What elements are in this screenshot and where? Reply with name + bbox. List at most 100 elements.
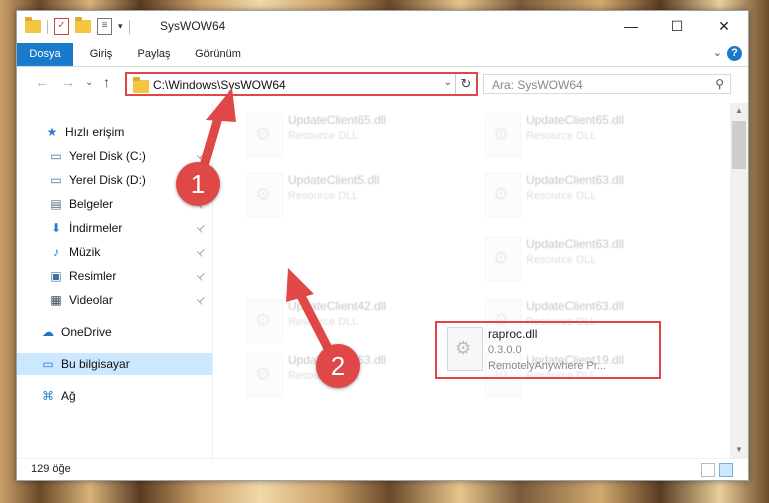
cloud-icon: ☁	[42, 325, 54, 339]
pin-icon[interactable]: ⊥	[194, 221, 208, 235]
sidebar-item-label: Bu bilgisayar	[61, 357, 130, 371]
file-tile-raproc[interactable]: raproc.dll 0.3.0.0 RemotelyAnywhere Pr..…	[435, 321, 655, 379]
help-icon[interactable]: ?	[727, 46, 742, 61]
sidebar-item[interactable]: ▦ Videolar ⊥	[17, 289, 212, 311]
sidebar-item-label: Videolar	[69, 293, 113, 307]
sidebar-item[interactable]: ★ Hızlı erişim	[17, 121, 212, 143]
sidebar-item[interactable]: ▣ Resimler ⊥	[17, 265, 212, 287]
file-name: UpdateClient65.dll	[288, 113, 387, 127]
up-button[interactable]: ↑	[103, 74, 110, 90]
sidebar-item[interactable]: ▭ Bu bilgisayar	[17, 353, 212, 375]
properties-icon[interactable]: ✓	[54, 18, 69, 35]
file-type: Resource DLL	[288, 316, 359, 328]
file-type: Resource DLL	[526, 190, 597, 202]
file-tile[interactable]: UpdateClient5.dll Resource DLL	[235, 167, 455, 225]
pin-icon[interactable]: ⊥	[194, 149, 208, 163]
pin-icon[interactable]: ⊥	[194, 245, 208, 259]
quick-access-toolbar: ✓ ≡ ▾	[25, 17, 130, 35]
dll-file-icon	[485, 237, 521, 281]
close-button[interactable]: ✕	[701, 11, 747, 41]
file-name: UpdateClient42.dll	[288, 299, 387, 313]
scroll-down-arrow[interactable]: ▼	[730, 442, 748, 458]
recent-locations-button[interactable]: ⌄	[85, 77, 93, 88]
file-tile[interactable]: UpdateClient42.dll Resource DLL	[235, 293, 455, 351]
address-path[interactable]: C:\Windows\SysWOW64	[153, 78, 286, 92]
file-version: 0.3.0.0	[488, 344, 522, 356]
file-name: UpdateClient63.dll	[526, 237, 625, 251]
title-bar: ✓ ≡ ▾ SysWOW64 — ☐ ✕	[17, 11, 748, 43]
sidebar-item-label: Resimler	[69, 269, 117, 283]
new-folder-icon[interactable]	[75, 17, 91, 33]
music-icon: ♪	[53, 245, 59, 259]
ribbon-tabs: Dosya Giriş Paylaş Görünüm ⌄ ?	[17, 43, 748, 67]
pin-icon[interactable]: ⊥	[194, 269, 208, 283]
tab-view[interactable]: Görünüm	[189, 43, 247, 66]
file-name: UpdateClient65.dll	[526, 113, 625, 127]
file-tile[interactable]: UpdateClient63.dll Resource DLL	[473, 167, 693, 225]
forward-button[interactable]: →	[61, 74, 75, 90]
drive-icon: ▭	[50, 173, 62, 187]
address-bar[interactable]: C:\Windows\SysWOW64 ⌄ ↻	[125, 72, 478, 96]
window-title: SysWOW64	[160, 19, 226, 33]
scrollbar-thumb[interactable]	[732, 121, 746, 169]
details-view-button[interactable]	[701, 463, 715, 477]
pin-icon[interactable]: ⊥	[194, 293, 208, 307]
toolbar-separator	[128, 19, 130, 34]
dll-file-icon	[247, 299, 283, 343]
file-tile[interactable]: UpdateClient65.dll Resource DLL	[235, 107, 455, 165]
sidebar-item-label: Müzik	[69, 245, 101, 259]
video-icon: ▦	[50, 293, 62, 307]
file-type: Resource DLL	[288, 190, 359, 202]
file-name: UpdateClient63.dll	[526, 299, 625, 313]
star-icon: ★	[46, 125, 58, 139]
file-tile[interactable]: UpdateClient63.dll Resource DLL	[473, 231, 693, 289]
step-badge-1: 1	[176, 162, 220, 206]
navigation-pane: ★ Hızlı erişim ▭ Yerel Disk (C:) ⊥ ▭ Yerel Dis…	[17, 103, 213, 458]
sidebar-item[interactable]: ♪ Müzik ⊥	[17, 241, 212, 263]
rename-icon[interactable]: ≡	[97, 18, 112, 35]
dll-file-icon	[247, 173, 283, 217]
tab-share[interactable]: Paylaş	[129, 43, 179, 66]
file-name: UpdateClient63.dll	[526, 173, 625, 187]
file-type: Resource DLL	[526, 130, 597, 142]
highlighted-file-tile[interactable]: raproc.dll 0.3.0.0 RemotelyAnywhere Pr..…	[435, 321, 661, 379]
dll-file-icon	[447, 327, 483, 371]
folder-icon	[133, 77, 149, 93]
status-bar: 129 öğe	[17, 458, 748, 480]
navigation-bar: ← → ⌄ ↑ C:\Windows\SysWOW64 ⌄ ↻ Ara: Sys…	[17, 68, 748, 100]
back-button[interactable]: ←	[35, 74, 49, 90]
sidebar-item-label: OneDrive	[61, 325, 112, 339]
sidebar-item-label: Belgeler	[69, 197, 114, 211]
document-icon: ▤	[50, 197, 62, 211]
file-list: UpdateClient19.dllResource DLLUpdateClie…	[213, 103, 730, 458]
dll-file-icon	[485, 113, 521, 157]
sidebar-item[interactable]: ⬇ İndirmeler ⊥	[17, 217, 212, 239]
refresh-button[interactable]: ↻	[455, 74, 476, 94]
sidebar-item-label: Ağ	[61, 389, 76, 403]
address-dropdown-icon[interactable]: ⌄	[444, 77, 452, 88]
ribbon-expand-icon[interactable]: ⌄	[713, 46, 722, 59]
scroll-up-arrow[interactable]: ▲	[730, 103, 748, 119]
file-tile[interactable]: UpdateClient65.dll Resource DLL	[473, 107, 693, 165]
file-company: RemotelyAnywhere Pr...	[488, 360, 606, 372]
search-input[interactable]: Ara: SysWOW64	[492, 78, 583, 92]
computer-icon: ▭	[42, 357, 54, 371]
large-icons-view-button[interactable]	[719, 463, 733, 477]
explorer-window: ✓ ≡ ▾ SysWOW64 — ☐ ✕ Dosya Giriş Paylaş …	[16, 10, 749, 481]
tab-home[interactable]: Giriş	[81, 43, 121, 66]
vertical-scrollbar[interactable]: ▲ ▼	[730, 103, 748, 458]
tab-file[interactable]: Dosya	[17, 43, 73, 66]
maximize-button[interactable]: ☐	[654, 11, 700, 41]
pictures-icon: ▣	[50, 269, 62, 283]
file-type: Resource DLL	[526, 254, 597, 266]
sidebar-item[interactable]: ▭ Yerel Disk (C:) ⊥	[17, 145, 212, 167]
file-name: raproc.dll	[488, 327, 538, 341]
quick-access-dropdown-icon[interactable]: ▾	[118, 21, 123, 32]
search-icon[interactable]: ⚲	[715, 77, 724, 91]
sidebar-item[interactable]: ⌘ Ağ	[17, 385, 212, 407]
sidebar-item[interactable]: ☁ OneDrive	[17, 321, 212, 343]
search-box[interactable]: Ara: SysWOW64 ⚲	[483, 74, 731, 94]
sidebar-item-label: Yerel Disk (C:)	[69, 149, 146, 163]
minimize-button[interactable]: —	[608, 11, 654, 41]
file-type: Resource DLL	[288, 130, 359, 142]
